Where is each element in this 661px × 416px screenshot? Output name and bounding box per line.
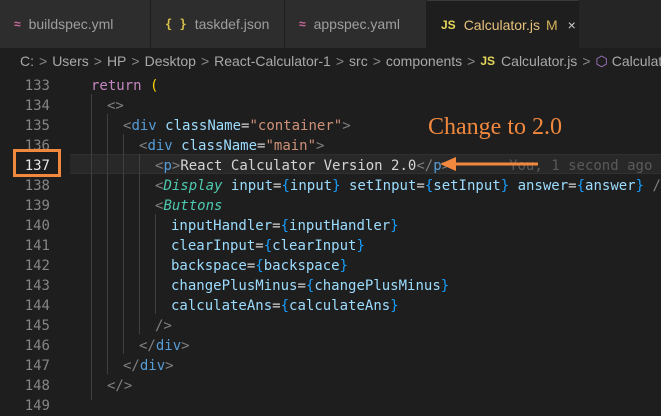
breadcrumb-item[interactable]: HP — [107, 53, 126, 69]
tab-label: appspec.yaml — [313, 16, 400, 32]
json-file-icon: { } — [165, 17, 187, 31]
breadcrumb-item[interactable]: Desktop — [145, 53, 196, 69]
breadcrumb: C: > Users > HP > Desktop > React-Calculator… — [0, 48, 661, 74]
chevron-right-icon: > — [39, 53, 48, 69]
editor-tab-bar: ≈ buildspec.yml { } taskdef.json ≈ appsp… — [0, 0, 661, 48]
breadcrumb-item[interactable]: components — [386, 53, 462, 69]
breadcrumb-file[interactable]: Calculator.js — [501, 53, 577, 69]
code-line: backspace={backspace} — [171, 258, 349, 274]
tab-buildspec-yml[interactable]: ≈ buildspec.yml — [0, 0, 151, 48]
code-line: </div> — [139, 338, 190, 354]
tab-label: buildspec.yml — [28, 16, 114, 32]
line-number: 149 — [24, 398, 50, 414]
line-number: 140 — [24, 218, 50, 234]
line-number: 133 — [24, 78, 50, 94]
modified-indicator: M — [545, 16, 558, 33]
code-line: <> — [107, 98, 124, 114]
line-number-highlight-box — [13, 149, 61, 177]
code-line: <div className="container"> — [123, 118, 351, 134]
code-line: changePlusMinus={changePlusMinus} — [171, 278, 450, 294]
indent-guide — [91, 94, 92, 400]
tab-label: taskdef.json — [194, 16, 270, 32]
line-number: 143 — [24, 278, 50, 294]
annotation-label: Change to 2.0 — [428, 114, 562, 140]
line-number: 135 — [24, 118, 50, 134]
line-number: 141 — [24, 238, 50, 254]
line-number-gutter: 133 134 135 136 137 138 139 140 141 142 … — [0, 74, 70, 414]
javascript-file-icon: JS — [480, 54, 496, 68]
code-line: calculateAns={calculateAns} — [171, 298, 399, 314]
code-line: <div className="main"> — [139, 138, 325, 154]
breadcrumb-item[interactable]: Users — [52, 53, 89, 69]
tab-appspec-yaml[interactable]: ≈ appspec.yaml — [285, 0, 427, 48]
code-line: inputHandler={inputHandler} — [171, 218, 399, 234]
line-number: 148 — [24, 378, 50, 394]
line-number: 146 — [24, 338, 50, 354]
close-tab-icon[interactable]: × — [568, 17, 576, 33]
code-line: /> — [155, 318, 172, 334]
breadcrumb-item[interactable]: src — [349, 53, 368, 69]
symbol-class-icon: ⬡ — [595, 52, 608, 69]
yaml-file-icon: ≈ — [14, 17, 21, 31]
tab-calculator-js[interactable]: JS Calculator.js M × — [427, 0, 579, 48]
code-line: </> — [107, 378, 133, 394]
line-number: 139 — [24, 198, 50, 214]
code-line-active: <p>React Calculator Version 2.0</p> You,… — [155, 156, 661, 176]
code-line: return ( — [91, 78, 159, 94]
code-line: <Buttons — [155, 198, 223, 214]
chevron-right-icon: > — [582, 53, 591, 69]
chevron-right-icon: > — [131, 53, 140, 69]
chevron-right-icon: > — [200, 53, 210, 69]
javascript-file-icon: JS — [441, 17, 456, 32]
yaml-file-icon: ≈ — [299, 17, 306, 31]
line-number: 142 — [24, 258, 50, 274]
line-number: 138 — [24, 178, 50, 194]
breadcrumb-item[interactable]: C: — [20, 53, 34, 69]
indent-guide — [155, 214, 156, 314]
indent-guide — [123, 134, 124, 354]
tab-label: Calculator.js — [463, 16, 540, 33]
breadcrumb-item[interactable]: React-Calculator-1 — [214, 53, 331, 69]
code-line: </div> — [123, 358, 174, 374]
annotation-arrow-icon — [440, 157, 538, 171]
line-number: 134 — [24, 98, 50, 114]
chevron-right-icon: > — [372, 53, 381, 69]
breadcrumb-symbol[interactable]: Calculator — [612, 53, 661, 69]
code-line: clearInput={clearInput} — [171, 238, 365, 254]
line-number: 144 — [24, 298, 50, 314]
line-number: 147 — [24, 358, 50, 374]
chevron-right-icon: > — [93, 53, 102, 69]
indent-guide — [107, 114, 108, 374]
tab-taskdef-json[interactable]: { } taskdef.json — [151, 0, 285, 48]
code-line: <Display input={input} setInput={setInpu… — [155, 178, 661, 194]
chevron-right-icon: > — [335, 53, 345, 69]
chevron-right-icon: > — [467, 53, 476, 69]
code-editor[interactable]: return ( <> <div className="container"> … — [70, 74, 661, 400]
indent-guide — [139, 154, 140, 334]
line-number: 145 — [24, 318, 50, 334]
